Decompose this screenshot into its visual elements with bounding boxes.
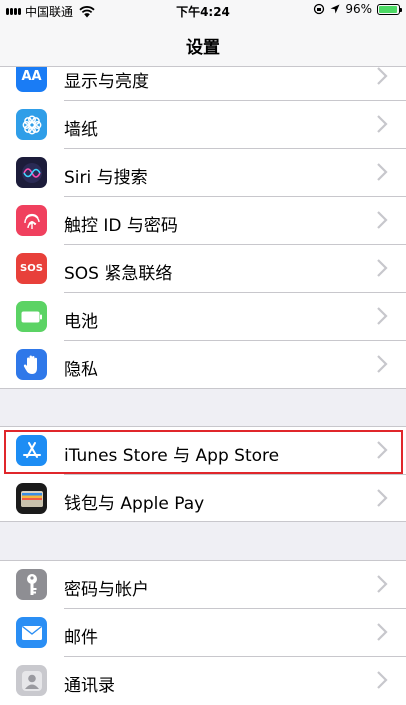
app-store-icon [16,435,47,466]
settings-item-label: 隐私 [64,360,98,380]
chevron-right-icon [377,441,388,459]
settings-item-label: 触控 ID 与密码 [64,216,178,236]
key-icon [16,569,47,600]
mail-icon [16,617,47,648]
settings-item-label: 钱包与 Apple Pay [64,494,205,514]
chevron-right-icon [377,489,388,507]
settings-item-emergency-sos[interactable]: SOS SOS 紧急联络 [0,245,406,293]
settings-item-label: 显示与亮度 [64,72,149,92]
chevron-right-icon [377,355,388,373]
settings-item-label: 密码与帐户 [64,580,149,600]
settings-item-passwords-accounts[interactable]: 密码与帐户 [0,561,406,609]
settings-item-label: iTunes Store 与 App Store [64,446,280,466]
chevron-right-icon [377,575,388,593]
settings-item-contacts[interactable]: 通讯录 [0,657,406,705]
settings-item-battery[interactable]: 电池 [0,293,406,341]
battery-percent: 96% [345,2,372,16]
sos-icon: SOS [16,253,47,284]
settings-item-label: 邮件 [64,628,98,648]
privacy-hand-icon [16,349,47,380]
settings-item-label: 电池 [64,312,98,332]
settings-item-touch-id-passcode[interactable]: 触控 ID 与密码 [0,197,406,245]
settings-item-itunes-app-store[interactable]: iTunes Store 与 App Store [0,427,406,475]
settings-item-wallpaper[interactable]: 墙纸 [0,101,406,149]
contacts-icon [16,665,47,696]
settings-item-display-brightness[interactable]: AA 显示与亮度 [0,67,406,101]
chevron-right-icon [377,259,388,277]
chevron-right-icon [377,211,388,229]
siri-icon [16,157,47,188]
battery-status-icon [377,3,402,15]
chevron-right-icon [377,67,388,85]
status-bar: 中国联通 下午4:24 96% [0,0,406,20]
settings-group-3: 密码与帐户 邮件 通讯录 [0,560,406,705]
settings-item-siri-search[interactable]: Siri 与搜索 [0,149,406,197]
chevron-right-icon [377,115,388,133]
page-title: 设置 [186,38,220,58]
wallpaper-icon [16,109,47,140]
chevron-right-icon [377,163,388,181]
fingerprint-icon [16,205,47,236]
navigation-bar: 设置 [0,20,406,67]
chevron-right-icon [377,307,388,325]
chevron-right-icon [377,671,388,689]
settings-item-label: SOS 紧急联络 [64,264,173,284]
settings-item-label: Siri 与搜索 [64,168,148,188]
settings-group-2: iTunes Store 与 App Store 钱包与 Apple Pay [0,426,406,522]
chevron-right-icon [377,623,388,641]
wallet-icon [16,483,47,514]
display-brightness-icon: AA [16,67,47,92]
battery-icon [16,301,47,332]
settings-item-mail[interactable]: 邮件 [0,609,406,657]
settings-group-1: AA 显示与亮度 墙纸 Siri 与搜索 触控 ID 与密码 SOS SOS 紧… [0,67,406,389]
settings-item-wallet-apple-pay[interactable]: 钱包与 Apple Pay [0,475,406,523]
settings-item-label: 通讯录 [64,676,115,696]
settings-item-privacy[interactable]: 隐私 [0,341,406,388]
settings-item-label: 墙纸 [64,120,98,140]
location-icon [330,4,340,14]
orientation-lock-icon [314,3,325,15]
